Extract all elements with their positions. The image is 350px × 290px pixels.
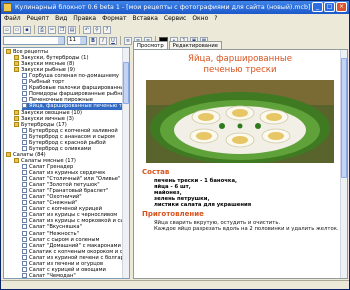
menu-edit[interactable]: Правка bbox=[73, 14, 96, 24]
preparation-heading: Приготовление bbox=[142, 210, 204, 218]
recipe-doc-icon bbox=[22, 73, 27, 79]
recipe-doc-icon bbox=[22, 91, 27, 97]
recipe-doc-icon bbox=[22, 254, 27, 260]
folder-icon bbox=[14, 121, 19, 127]
recipe-preview: Яйца, фаршированные печенью трески Соста… bbox=[133, 49, 348, 279]
ingredient-item: листики салата для украшения bbox=[154, 202, 252, 208]
menu-recipe[interactable]: Рецепт bbox=[27, 14, 50, 24]
recipe-doc-icon bbox=[22, 133, 27, 139]
cut-icon[interactable]: ✂ bbox=[48, 25, 56, 34]
recipe-tree[interactable]: Все рецепты Закуски, бутерброды (1) Закуск… bbox=[3, 47, 130, 279]
tree-scroll-thumb[interactable] bbox=[123, 62, 129, 104]
recipe-doc-icon bbox=[22, 97, 27, 103]
recipe-doc-icon bbox=[22, 170, 27, 175]
toolbar-separator bbox=[120, 36, 121, 45]
close-button[interactable]: × bbox=[336, 2, 347, 12]
recipe-doc-icon bbox=[22, 145, 27, 151]
recipe-doc-icon bbox=[22, 85, 27, 91]
app-notebook-icon bbox=[3, 3, 12, 12]
status-bar bbox=[1, 280, 349, 289]
recipe-doc-icon bbox=[22, 272, 27, 278]
toolbar-separator bbox=[34, 25, 35, 34]
preview-scrollbar[interactable] bbox=[340, 50, 347, 278]
recipe-doc-icon bbox=[22, 224, 27, 230]
italic-icon[interactable]: I bbox=[99, 36, 107, 45]
recipe-doc-icon bbox=[22, 236, 27, 242]
recipe-title-line1: Яйца, фаршированные bbox=[187, 54, 292, 64]
recipe-doc-icon bbox=[22, 260, 27, 266]
font-name-combo[interactable] bbox=[3, 36, 65, 45]
stuffed-eggs-photo bbox=[146, 80, 334, 163]
recipe-doc-icon bbox=[22, 194, 27, 200]
recipe-doc-icon bbox=[22, 200, 27, 206]
menu-format[interactable]: Формат bbox=[102, 14, 126, 24]
window-title: Кулинарный блокнот 0.6 beta 1 - [мои рец… bbox=[15, 4, 311, 11]
tree-item-label: Салат "Чемодан" bbox=[29, 272, 76, 279]
align-left-icon[interactable]: ≡ bbox=[124, 36, 132, 45]
toolbar-separator bbox=[79, 25, 80, 34]
print-icon[interactable]: ⎙ bbox=[38, 25, 46, 34]
ingredients-heading: Состав bbox=[142, 168, 170, 176]
folder-icon bbox=[14, 157, 19, 163]
title-bar: Кулинарный блокнот 0.6 beta 1 - [мои рец… bbox=[1, 1, 349, 14]
recipe-doc-icon bbox=[22, 176, 27, 182]
find-icon[interactable]: ⚲ bbox=[93, 25, 101, 34]
folder-icon bbox=[6, 49, 11, 54]
folder-icon bbox=[14, 109, 19, 115]
recipe-doc-icon bbox=[22, 218, 27, 224]
recipe-doc-icon bbox=[22, 103, 27, 109]
maximize-button[interactable]: □ bbox=[324, 2, 335, 12]
recipe-doc-icon bbox=[22, 230, 27, 236]
folder-icon bbox=[14, 67, 19, 73]
font-size-combo[interactable]: 11 bbox=[67, 36, 87, 45]
underline-icon[interactable]: U bbox=[109, 36, 117, 45]
preview-scroll-thumb[interactable] bbox=[341, 58, 347, 178]
folder-icon bbox=[6, 151, 11, 157]
chevron-down-icon[interactable] bbox=[58, 37, 64, 44]
open-icon[interactable]: ▭ bbox=[13, 25, 21, 34]
recipe-photo bbox=[146, 80, 334, 163]
preparation-step: Каждое яйцо разрезать вдоль на 2 половин… bbox=[154, 226, 339, 232]
menu-window[interactable]: Окно bbox=[192, 14, 208, 24]
chevron-down-icon[interactable] bbox=[80, 37, 86, 44]
recipe-title: Яйца, фаршированные печенью трески bbox=[134, 54, 346, 76]
paste-icon[interactable]: ▤ bbox=[68, 25, 76, 34]
folder-icon bbox=[14, 61, 19, 67]
menu-bar: Файл Рецепт Вид Правка Формат Вставка Се… bbox=[1, 14, 349, 24]
tree-recipe-item[interactable]: Салат "Чемодан" bbox=[22, 272, 76, 279]
copy-icon[interactable]: ❐ bbox=[58, 25, 66, 34]
save-icon[interactable]: ▪ bbox=[23, 25, 31, 34]
folder-icon bbox=[14, 55, 19, 61]
menu-tools[interactable]: Сервис bbox=[164, 14, 186, 24]
help-icon[interactable]: ? bbox=[103, 25, 111, 34]
recipe-doc-icon bbox=[22, 79, 27, 85]
main-toolbar: ▫ ▭ ▪ ⎙ ✂ ❐ ▤ ↶ ⚲ ? bbox=[1, 24, 349, 35]
new-icon[interactable]: ▫ bbox=[3, 25, 11, 34]
recipe-doc-icon bbox=[22, 182, 27, 188]
recipe-doc-icon bbox=[22, 248, 27, 254]
recipe-doc-icon bbox=[22, 127, 27, 133]
recipe-doc-icon bbox=[22, 139, 27, 145]
recipe-doc-icon bbox=[22, 188, 27, 194]
recipe-doc-icon bbox=[22, 242, 27, 248]
menu-insert[interactable]: Вставка bbox=[132, 14, 157, 24]
menu-file[interactable]: Файл bbox=[4, 14, 21, 24]
bold-icon[interactable]: B bbox=[89, 36, 97, 45]
recipe-doc-icon bbox=[22, 266, 27, 272]
recipe-title-line2: печенью трески bbox=[203, 65, 277, 75]
undo-icon[interactable]: ↶ bbox=[83, 25, 91, 34]
minimize-button[interactable]: _ bbox=[312, 2, 323, 12]
recipe-doc-icon bbox=[22, 163, 27, 169]
tree-scrollbar[interactable] bbox=[122, 48, 129, 278]
font-size-value: 11 bbox=[69, 37, 76, 43]
app-window: Кулинарный блокнот 0.6 beta 1 - [мои рец… bbox=[0, 0, 350, 290]
menu-view[interactable]: Вид bbox=[55, 14, 67, 24]
recipe-doc-icon bbox=[22, 212, 27, 218]
folder-icon bbox=[14, 115, 19, 121]
menu-help[interactable]: ? bbox=[214, 14, 217, 24]
recipe-doc-icon bbox=[22, 206, 27, 212]
